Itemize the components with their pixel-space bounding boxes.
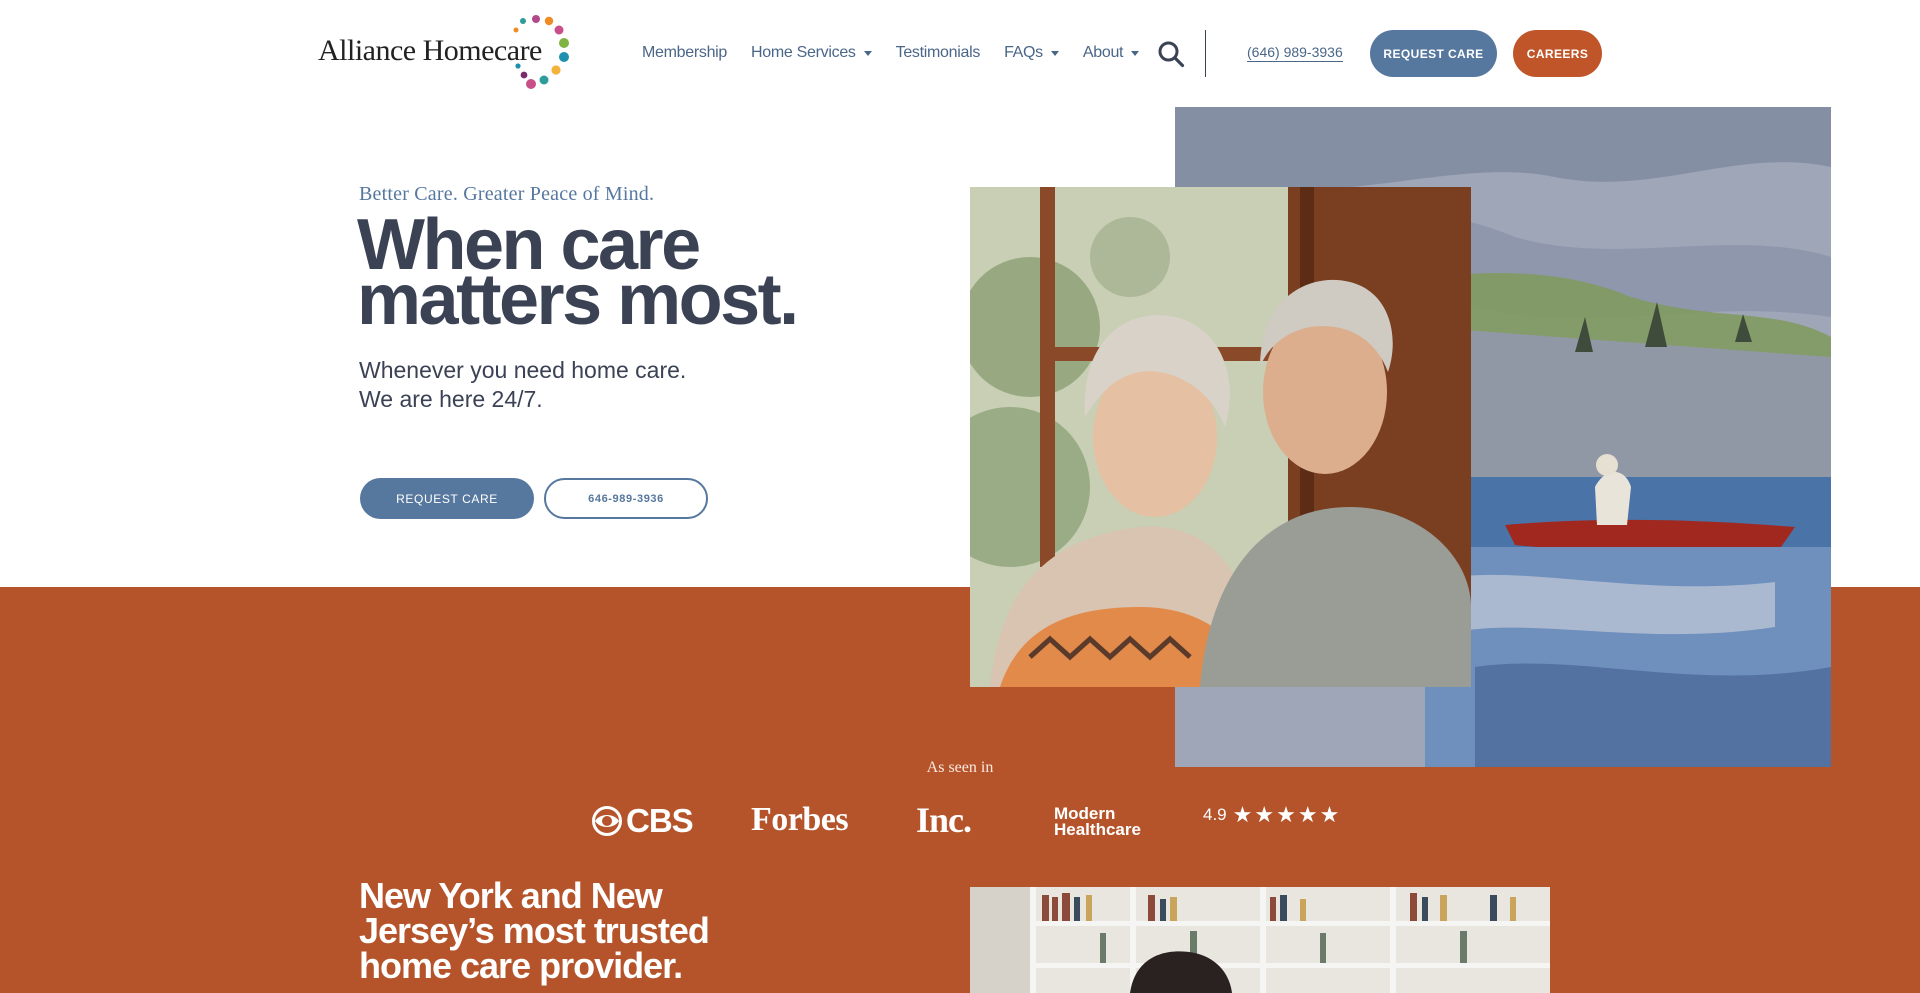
chevron-down-icon bbox=[863, 50, 872, 56]
library-photo bbox=[970, 887, 1550, 993]
as-seen-in-label: As seen in bbox=[926, 759, 994, 776]
header-careers-button[interactable]: CAREERS bbox=[1513, 30, 1602, 77]
cbs-eye-icon bbox=[592, 806, 622, 836]
star-icon: ★ bbox=[1254, 802, 1275, 827]
forbes-logo: Forbes bbox=[751, 801, 849, 838]
rating-badge: 4.9 ★ ★ ★ ★ ★ bbox=[1203, 804, 1341, 826]
star-icon: ★ bbox=[1232, 802, 1253, 827]
modern-healthcare-logo: Modern Healthcare bbox=[1054, 804, 1141, 839]
senior-couple-photo bbox=[970, 187, 1471, 687]
nav-testimonials[interactable]: Testimonials bbox=[896, 44, 981, 62]
hero-phone-button[interactable]: 646-989-3936 bbox=[544, 478, 708, 519]
chevron-down-icon bbox=[1050, 50, 1059, 56]
nav-membership[interactable]: Membership bbox=[642, 44, 727, 62]
rating-value: 4.9 bbox=[1203, 805, 1227, 824]
main-nav: Membership Home Services Testimonials FA… bbox=[642, 40, 1163, 66]
star-icon: ★ bbox=[1276, 802, 1296, 827]
nav-about[interactable]: About bbox=[1083, 44, 1140, 62]
star-icon: ★ bbox=[1319, 802, 1340, 827]
trusted-provider-heading: New York and New Jersey’s most trusted h… bbox=[359, 875, 710, 986]
chevron-down-icon bbox=[1131, 50, 1140, 56]
inc-logo: Inc. bbox=[916, 800, 972, 840]
hero-request-care-button[interactable]: REQUEST CARE bbox=[360, 478, 534, 519]
nav-faqs[interactable]: FAQs bbox=[1004, 44, 1059, 62]
header-request-care-button[interactable]: REQUEST CARE bbox=[1370, 30, 1497, 77]
logo-dots-icon bbox=[513, 15, 569, 89]
alliance-homecare-logo[interactable]: Alliance Homecare bbox=[318, 14, 570, 92]
search-icon[interactable] bbox=[1157, 40, 1185, 68]
star-icon: ★ bbox=[1297, 802, 1318, 827]
nav-home-services[interactable]: Home Services bbox=[751, 44, 872, 62]
hero-tagline: Better Care. Greater Peace of Mind. bbox=[359, 183, 655, 205]
site-header: Alliance Homecare Membership Home Servic… bbox=[0, 0, 1920, 106]
header-phone-link[interactable]: (646) 989-3936 bbox=[1247, 44, 1343, 62]
cbs-logo: CBS bbox=[592, 802, 694, 840]
hero-title: When care matters most. bbox=[357, 205, 799, 340]
header-divider bbox=[1205, 30, 1206, 77]
hero-subtitle: Whenever you need home care. We are here… bbox=[359, 357, 687, 412]
